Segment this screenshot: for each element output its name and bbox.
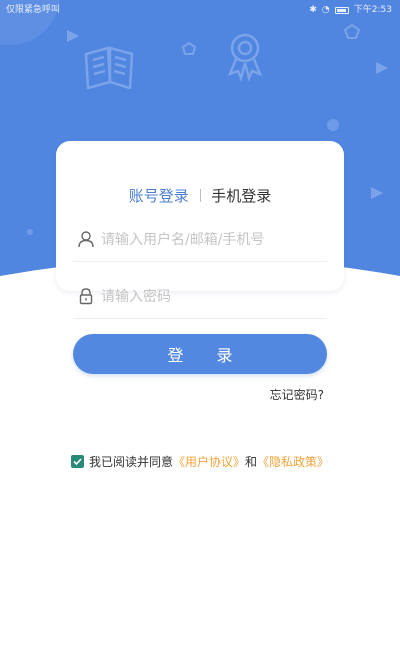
password-input[interactable]: [101, 283, 321, 311]
status-bar: 仅限紧急呼叫 ✱ ◔ 下午2:53: [0, 0, 400, 20]
user-agreement-link[interactable]: 《用户协议》: [173, 453, 245, 470]
battery-icon: [334, 6, 349, 14]
carrier-text: 仅限紧急呼叫: [6, 5, 61, 15]
signal-icon: ✱: [309, 5, 317, 15]
agreement-and-text: 和: [245, 454, 258, 469]
tab-phone-login[interactable]: 手机登录: [211, 185, 271, 207]
password-field: [73, 275, 327, 319]
agreement-text: 我已阅读并同意: [89, 454, 174, 469]
agreement-checkbox[interactable]: [71, 454, 84, 468]
user-icon: [78, 231, 94, 248]
wifi-icon: ◔: [321, 5, 330, 15]
tab-account-login[interactable]: 账号登录: [129, 185, 189, 207]
agreement-row: 我已阅读并同意 《用户协议》 和 《隐私政策》: [71, 452, 329, 470]
status-time: 下午2:53: [353, 5, 392, 15]
username-field: [73, 218, 327, 262]
forgot-password-link[interactable]: 忘记密码?: [270, 386, 324, 403]
login-card: [56, 141, 344, 291]
privacy-policy-link[interactable]: 《隐私政策》: [257, 453, 329, 470]
username-input[interactable]: [101, 226, 321, 254]
checkmark-icon: [73, 457, 82, 465]
status-icons: ✱ ◔ 下午2:53: [309, 0, 392, 20]
login-button[interactable]: 登 录: [73, 334, 327, 374]
login-tabs: 账号登录 手机登录: [0, 184, 400, 207]
lock-icon: [79, 288, 93, 305]
tab-divider: [199, 189, 201, 202]
